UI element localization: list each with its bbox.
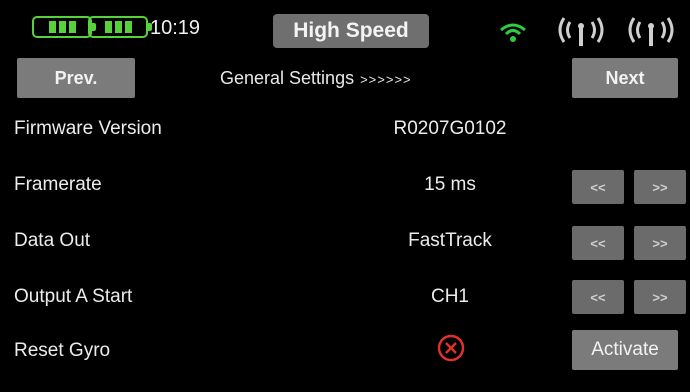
- battery-icon-2: [88, 16, 152, 38]
- page-title: General Settings >>>>>>: [220, 68, 412, 89]
- firmware-version-label: Firmware Version: [14, 118, 162, 139]
- battery-icon-1: [32, 16, 96, 38]
- activate-button[interactable]: Activate: [572, 330, 678, 370]
- output-a-start-decrease-button[interactable]: <<: [572, 280, 624, 314]
- data-out-decrease-button[interactable]: <<: [572, 226, 624, 260]
- data-out-label: Data Out: [14, 230, 91, 251]
- clock: 10:19: [150, 17, 201, 39]
- reset-gyro-label: Reset Gyro: [14, 340, 111, 361]
- data-out-value: FastTrack: [408, 230, 492, 251]
- framerate-value: 15 ms: [424, 174, 476, 195]
- antenna-signal-icon: [628, 17, 674, 46]
- data-out-increase-button[interactable]: >>: [634, 226, 686, 260]
- output-a-start-label: Output A Start: [14, 286, 133, 307]
- page-title-arrows: >>>>>>: [360, 72, 412, 87]
- framerate-decrease-button[interactable]: <<: [572, 170, 624, 204]
- wifi-signal-icon: [500, 23, 526, 42]
- prev-button[interactable]: Prev.: [17, 58, 135, 98]
- output-a-start-value: CH1: [430, 286, 469, 307]
- error-x-icon: [437, 334, 465, 362]
- next-button[interactable]: Next: [572, 58, 678, 98]
- page-title-text: General Settings: [220, 68, 355, 88]
- framerate-label: Framerate: [14, 174, 102, 195]
- firmware-version-value: R0207G0102: [393, 118, 507, 139]
- framerate-increase-button[interactable]: >>: [634, 170, 686, 204]
- antenna-signal-icon: [558, 17, 604, 46]
- mode-badge: High Speed: [273, 14, 429, 48]
- output-a-start-increase-button[interactable]: >>: [634, 280, 686, 314]
